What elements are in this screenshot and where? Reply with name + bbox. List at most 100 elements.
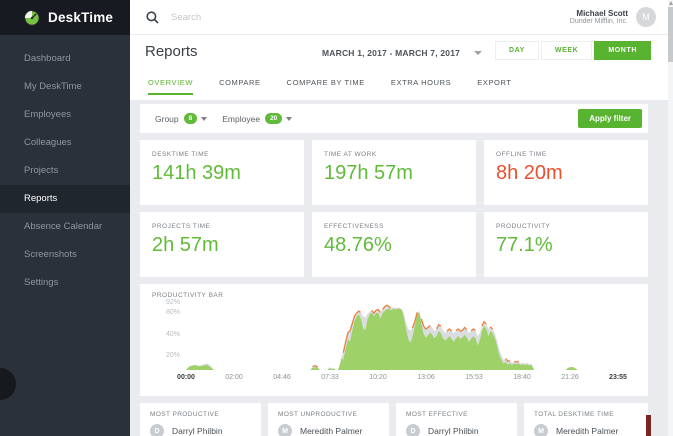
group-filter-dropdown[interactable]: Group 8 — [155, 113, 207, 124]
leader-label: MOST PRODUCTIVE — [150, 411, 261, 418]
y-axis-tick: 40% — [148, 331, 180, 338]
sidebar-item-screenshots[interactable]: Screenshots — [0, 241, 130, 269]
x-axis-tick: 13:06 — [417, 374, 435, 381]
leader-name[interactable]: Darryl Philbin — [428, 426, 479, 436]
sidebar-item-dashboard[interactable]: Dashboard — [0, 45, 130, 73]
stat-value: 197h 57m — [324, 162, 476, 185]
x-axis-tick: 18:40 — [513, 374, 531, 381]
employee-filter-dropdown[interactable]: Employee 20 — [222, 113, 292, 124]
tab-extra-hours[interactable]: EXTRA HOURS — [391, 78, 451, 95]
desktime-app: DeskTime Dashboard My DeskTime Employees… — [0, 0, 673, 436]
chevron-down-icon — [286, 117, 292, 121]
report-tabs: OVERVIEW COMPARE COMPARE BY TIME EXTRA H… — [148, 78, 538, 95]
series-unproductive-time-segment — [514, 361, 518, 362]
user-menu[interactable]: Michael Scott Dunder Mifflin, Inc. — [570, 9, 628, 25]
user-avatar[interactable]: M — [636, 7, 656, 27]
view-button-day[interactable]: DAY — [495, 41, 539, 60]
leader-label: MOST EFFECTIVE — [406, 411, 517, 418]
chat-bubble-button[interactable] — [0, 368, 16, 400]
employee-count-badge: 20 — [265, 113, 282, 124]
x-axis-tick: 00:00 — [177, 374, 195, 381]
leader-card-total-desktime-time: TOTAL DESKTIME TIME M Meredith Palmer — [524, 403, 648, 436]
avatar: M — [278, 424, 292, 436]
x-axis-tick: 21:26 — [561, 374, 579, 381]
leader-card-most-productive: MOST PRODUCTIVE D Darryl Philbin — [140, 403, 261, 436]
stat-value: 141h 39m — [152, 162, 304, 185]
leader-row: M Meredith Palmer — [534, 424, 648, 436]
stat-card-desktime-time: DESKTIME TIME 141h 39m — [140, 140, 304, 205]
productivity-bar-card: PRODUCTIVITY BAR 92% 80% 40% 20% 00:00 0… — [140, 284, 648, 396]
view-button-week[interactable]: WEEK — [541, 41, 592, 60]
x-axis-tick: 15:53 — [465, 374, 483, 381]
tab-overview[interactable]: OVERVIEW — [148, 78, 193, 95]
series-productive-time — [186, 309, 618, 370]
stat-card-productivity: PRODUCTIVITY 77.1% — [484, 212, 648, 277]
sidebar-item-projects[interactable]: Projects — [0, 157, 130, 185]
sidebar-item-my-desktime[interactable]: My DeskTime — [0, 73, 130, 101]
scroll-up-icon[interactable] — [669, 1, 673, 5]
tab-compare-by-time[interactable]: COMPARE BY TIME — [287, 78, 365, 95]
tab-compare[interactable]: COMPARE — [219, 78, 261, 95]
logo[interactable]: DeskTime — [0, 0, 130, 35]
leader-card-most-effective: MOST EFFECTIVE D Darryl Philbin — [396, 403, 517, 436]
x-axis-tick: 04:46 — [273, 374, 291, 381]
stat-label: PRODUCTIVITY — [496, 223, 648, 230]
sidebar-item-reports[interactable]: Reports — [0, 185, 130, 213]
sidebar-item-settings[interactable]: Settings — [0, 269, 130, 297]
leader-name[interactable]: Meredith Palmer — [556, 426, 618, 436]
stat-card-effectiveness: EFFECTIVENESS 48.76% — [312, 212, 476, 277]
y-axis-tick: 80% — [148, 309, 180, 316]
leader-name[interactable]: Meredith Palmer — [300, 426, 362, 436]
avatar: M — [534, 424, 548, 436]
search-input[interactable] — [171, 12, 391, 23]
sidebar-nav: Dashboard My DeskTime Employees Colleagu… — [0, 35, 130, 297]
group-filter-label: Group — [155, 114, 179, 124]
stat-value: 48.76% — [324, 234, 476, 257]
view-switcher: DAY WEEK MONTH — [493, 41, 651, 60]
avatar: D — [406, 424, 420, 436]
sidebar-item-employees[interactable]: Employees — [0, 101, 130, 129]
sidebar-item-absence-calendar[interactable]: Absence Calendar — [0, 213, 130, 241]
leader-name[interactable]: Darryl Philbin — [172, 426, 223, 436]
sidebar-item-colleagues[interactable]: Colleagues — [0, 129, 130, 157]
employee-filter-label: Employee — [222, 114, 260, 124]
stat-label: PROJECTS TIME — [152, 223, 304, 230]
stat-label: EFFECTIVENESS — [324, 223, 476, 230]
date-range[interactable]: MARCH 1, 2017 - MARCH 7, 2017 — [322, 48, 460, 58]
stat-value: 77.1% — [496, 234, 648, 257]
x-axis-tick: 23:55 — [609, 374, 627, 381]
avatar: D — [150, 424, 164, 436]
desktime-gauge-icon — [24, 10, 40, 26]
search-icon[interactable] — [146, 11, 159, 24]
tab-export[interactable]: EXPORT — [477, 78, 511, 95]
x-axis-tick: 02:00 — [225, 374, 243, 381]
apply-filter-button[interactable]: Apply filter — [578, 109, 642, 128]
filter-bar: Group 8 Employee 20 Apply filter — [140, 104, 648, 133]
reports-header: Reports MARCH 1, 2017 - MARCH 7, 2017 ‹ … — [130, 35, 668, 100]
user-name: Michael Scott — [570, 9, 628, 18]
stat-label: TIME AT WORK — [324, 151, 476, 158]
y-axis-tick: 92% — [148, 299, 180, 306]
page-title: Reports — [145, 43, 198, 60]
chevron-down-icon — [201, 117, 207, 121]
stat-card-time-at-work: TIME AT WORK 197h 57m — [312, 140, 476, 205]
stat-card-offline-time: OFFLINE TIME 8h 20m — [484, 140, 648, 205]
stat-label: OFFLINE TIME — [496, 151, 648, 158]
scrollbar-thumb[interactable] — [668, 7, 673, 62]
leader-row: M Meredith Palmer — [278, 424, 389, 436]
stat-label: DESKTIME TIME — [152, 151, 304, 158]
x-axis-tick: 07:33 — [321, 374, 339, 381]
topbar: Michael Scott Dunder Mifflin, Inc. M — [130, 0, 668, 35]
chevron-down-icon[interactable] — [474, 51, 482, 55]
leader-row: D Darryl Philbin — [406, 424, 517, 436]
brand-name: DeskTime — [48, 10, 113, 25]
stat-value: 8h 20m — [496, 162, 648, 185]
stat-card-projects-time: PROJECTS TIME 2h 57m — [140, 212, 304, 277]
red-widget-fragment — [646, 415, 651, 436]
page-scrollbar[interactable] — [668, 0, 673, 436]
view-button-month[interactable]: MONTH — [594, 41, 651, 60]
leader-label: MOST UNPRODUCTIVE — [278, 411, 389, 418]
stat-value: 2h 57m — [152, 234, 304, 257]
leader-label: TOTAL DESKTIME TIME — [534, 411, 648, 418]
sidebar: DeskTime Dashboard My DeskTime Employees… — [0, 0, 130, 436]
